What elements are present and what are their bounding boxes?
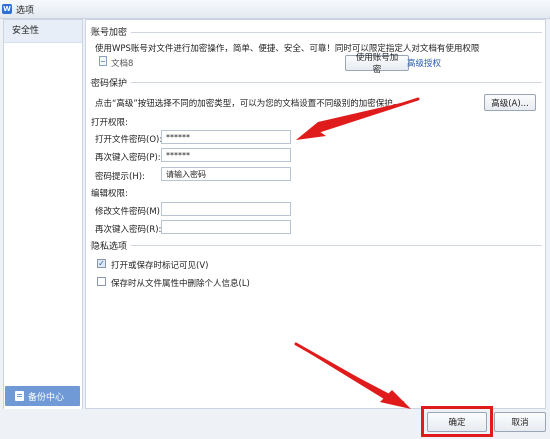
mark-visible-checkbox[interactable]: ✓: [97, 259, 106, 268]
edit-permission-title: 编辑权限:: [91, 189, 128, 199]
title-bar: W 选项: [0, 0, 550, 19]
account-group-divider: [90, 32, 542, 33]
backup-center-button[interactable]: 备份中心: [5, 386, 80, 406]
backup-center-label: 备份中心: [28, 392, 65, 403]
password-group-title: 密码保护: [91, 76, 132, 89]
privacy-group-divider: [90, 245, 542, 246]
open-permission-title: 打开权限:: [91, 118, 128, 128]
sidebar-item-security[interactable]: 安全性: [4, 20, 82, 43]
options-panel: 账号加密 使用WPS账号对文件进行加密操作，简单、便捷、安全、可靠！同时可以限定…: [85, 19, 546, 409]
password-description: 点击“高级”按钮选择不同的加密类型，可以为您的文档设置不同级别的加密保护。: [95, 99, 402, 109]
document-name: 文档8: [111, 59, 134, 69]
advanced-authorization-link[interactable]: 高级授权: [407, 57, 441, 69]
open-password-label: 打开文件密码(O):: [95, 135, 163, 145]
modify-password-field[interactable]: [161, 202, 291, 216]
account-encrypt-button[interactable]: 使用账号加密: [345, 53, 409, 75]
open-password-field[interactable]: [161, 130, 291, 144]
privacy-group-title: 隐私选项: [91, 239, 132, 252]
ok-button[interactable]: 确定: [427, 412, 487, 432]
reenter-modify-password-field[interactable]: [161, 220, 291, 234]
remove-personal-info-checkbox[interactable]: [97, 277, 106, 286]
reenter-open-password-label: 再次键入密码(P):: [95, 153, 161, 163]
password-group-divider: [90, 82, 542, 83]
mark-visible-label[interactable]: 打开或保存时标记可见(V): [111, 259, 208, 271]
document-icon: [99, 56, 107, 66]
sidebar: 安全性: [3, 19, 83, 411]
modify-password-label: 修改文件密码(M):: [95, 207, 163, 217]
reenter-modify-password-label: 再次键入密码(R):: [95, 225, 162, 235]
account-group-title: 账号加密: [91, 25, 132, 38]
account-description: 使用WPS账号对文件进行加密操作，简单、便捷、安全、可靠！同时可以限定指定人对文…: [95, 44, 480, 54]
window-title: 选项: [16, 5, 35, 16]
backup-icon: [15, 391, 24, 401]
reenter-open-password-field[interactable]: [161, 148, 291, 162]
remove-personal-info-label[interactable]: 保存时从文件属性中删除个人信息(L): [111, 277, 250, 289]
password-hint-field[interactable]: [161, 167, 291, 181]
advanced-button[interactable]: 高级(A)...: [484, 94, 536, 111]
wps-app-icon: W: [2, 4, 12, 14]
cancel-button[interactable]: 取消: [494, 412, 546, 432]
password-hint-label: 密码提示(H):: [95, 172, 145, 182]
